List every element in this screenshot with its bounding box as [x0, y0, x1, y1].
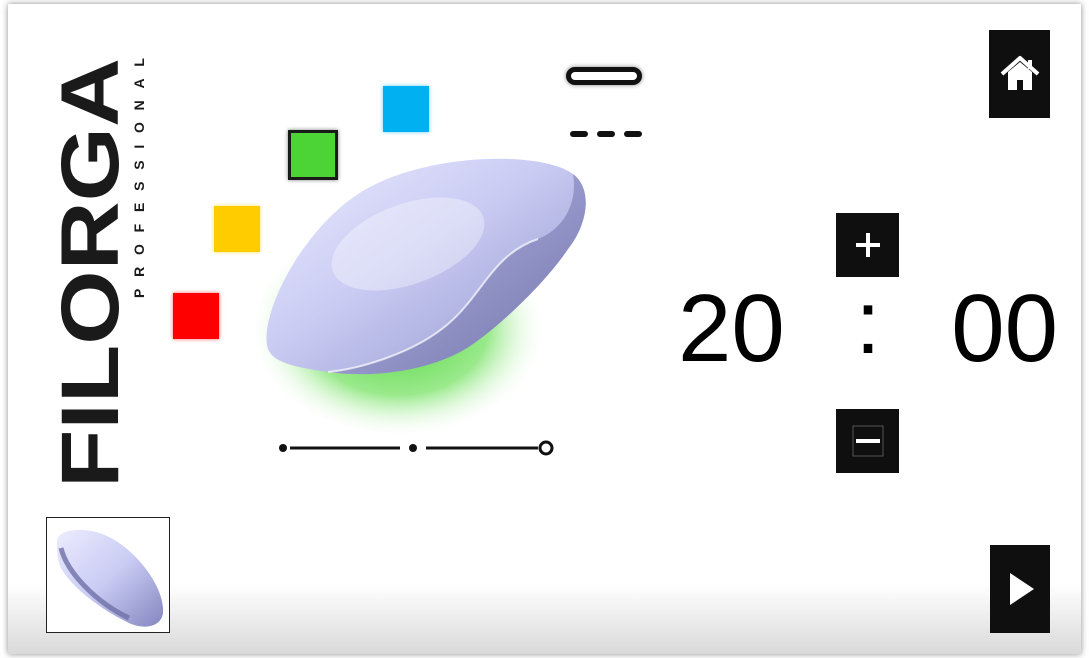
play-icon	[1010, 573, 1034, 605]
start-button[interactable]	[990, 545, 1050, 633]
brand-name: FILORGA	[45, 58, 136, 488]
decrease-time-button[interactable]	[836, 409, 899, 473]
device-thumbnail-button[interactable]	[46, 517, 170, 633]
color-option-blue[interactable]	[383, 86, 429, 132]
level-slider[interactable]	[276, 436, 566, 460]
timer-display: 20 : 00	[678, 274, 1058, 384]
brand-logo: FILORGA PROFESSIONAL	[45, 58, 147, 488]
plus-icon	[855, 233, 880, 257]
level-stop-2[interactable]	[409, 444, 417, 452]
home-button[interactable]	[989, 30, 1050, 118]
color-option-red[interactable]	[173, 293, 219, 339]
mode-pulsed-button[interactable]	[570, 131, 642, 141]
timer-seconds: 00	[951, 275, 1058, 382]
level-stop-1[interactable]	[279, 444, 287, 452]
mode-continuous-button[interactable]	[566, 67, 642, 85]
increase-time-button[interactable]	[836, 213, 899, 277]
level-stop-3[interactable]	[538, 440, 554, 456]
timer-minutes: 20	[678, 275, 785, 382]
device-screen: FILORGA PROFESSIONAL 20: 00	[8, 4, 1081, 654]
timer-separator: :	[855, 273, 881, 373]
device-thumbnail-image	[56, 529, 164, 627]
device-illustration	[248, 158, 586, 439]
home-icon	[1000, 56, 1039, 90]
minus-icon	[852, 425, 883, 457]
